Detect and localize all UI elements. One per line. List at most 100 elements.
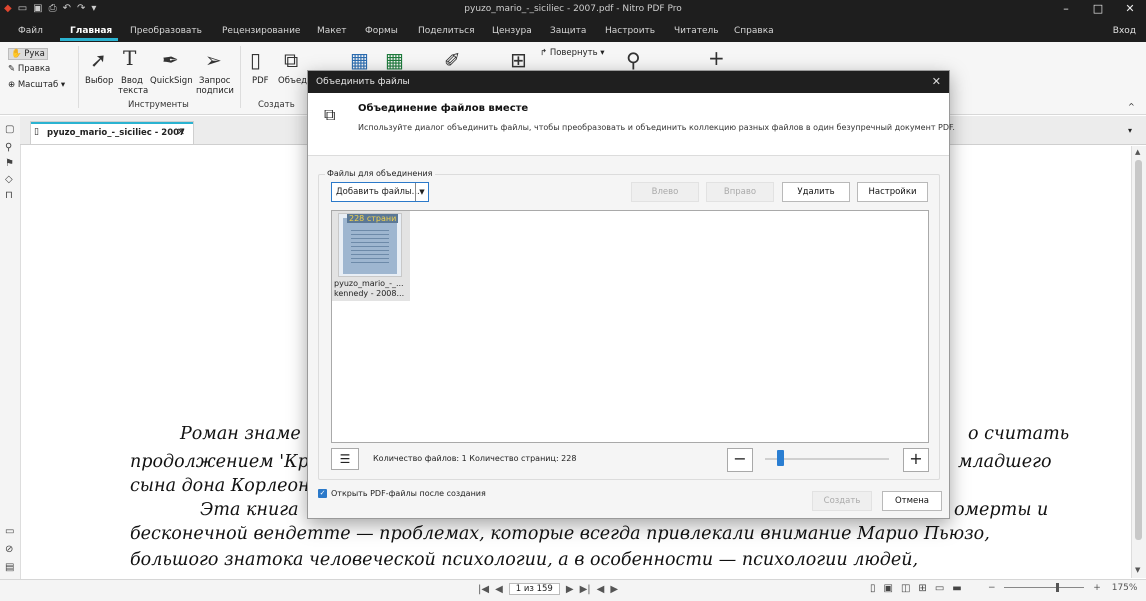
menu-forms[interactable]: Формы — [365, 26, 398, 36]
menu-layout[interactable]: Макет — [317, 26, 347, 36]
file-thumbnail[interactable]: 228 страни — [338, 213, 402, 277]
zoom-slider-knob[interactable] — [1056, 583, 1060, 592]
open-after-checkbox[interactable]: ✓ Открыть PDF-файлы после создания — [318, 489, 486, 498]
menu-redact[interactable]: Цензура — [492, 26, 532, 36]
move-left-button[interactable]: Влево — [631, 182, 699, 202]
quicksign-label[interactable]: QuickSign — [150, 76, 193, 86]
type-text-label-2[interactable]: текста — [118, 86, 148, 96]
file-item[interactable]: 228 страни pyuzo_mario_-_... kennedy - 2… — [332, 211, 410, 301]
delete-button[interactable]: Удалить — [782, 182, 850, 202]
menu-protect[interactable]: Защита — [550, 26, 586, 36]
excel-icon[interactable]: ▦ — [385, 48, 404, 72]
minimize-button[interactable]: – — [1050, 2, 1082, 15]
menu-review[interactable]: Рецензирование — [222, 26, 300, 36]
first-page-icon[interactable]: |◀ — [478, 584, 489, 595]
menu-convert[interactable]: Преобразовать — [130, 26, 202, 36]
menu-home[interactable]: Главная — [70, 26, 112, 36]
facing-continuous-icon[interactable]: ⊞ — [918, 583, 926, 594]
rotate-button[interactable]: ↱ Повернуть ▾ — [540, 48, 605, 58]
edit-tool[interactable]: ✎ Правка — [8, 64, 50, 74]
hand-tool[interactable]: ✋ Рука — [8, 48, 48, 60]
maximize-button[interactable]: □ — [1082, 2, 1114, 15]
create-pdf-icon[interactable]: ▯ — [250, 48, 261, 72]
document-tab[interactable]: ▯ pyuzo_mario_-_siciliec - 2007 ✕ — [30, 121, 194, 144]
search-panel-icon[interactable]: ⚲ — [5, 142, 12, 153]
menu-share[interactable]: Поделиться — [418, 26, 475, 36]
add-icon[interactable]: + — [708, 46, 725, 70]
signin-link[interactable]: Вход — [1113, 26, 1136, 36]
prev-page-icon[interactable]: ◀ — [495, 584, 503, 595]
text-icon[interactable]: T — [123, 46, 136, 70]
close-tab-icon[interactable]: ✕ — [177, 127, 185, 138]
pdf-label[interactable]: PDF — [252, 76, 269, 86]
select-cursor-icon[interactable]: ➚ — [90, 48, 107, 72]
fields-icon[interactable]: ▤ — [5, 562, 14, 573]
zoom-tool-label: Масштаб — [17, 80, 59, 90]
tag-icon[interactable]: ◇ — [5, 174, 13, 185]
combine-icon[interactable]: ⧉ — [284, 48, 298, 72]
add-files-label: Добавить файлы... — [336, 187, 420, 197]
chevron-down-icon[interactable]: ▼ — [415, 183, 428, 201]
checkmark-icon[interactable]: ✓ — [318, 489, 327, 498]
search-icon[interactable]: ⚲ — [626, 48, 641, 72]
insert-page-icon[interactable]: ⊞ — [510, 48, 527, 72]
menu-file[interactable]: Файл — [18, 26, 43, 36]
type-text-label-1[interactable]: Ввод — [121, 76, 143, 86]
zoom-out-icon[interactable]: − — [988, 583, 996, 593]
zoom-tool[interactable]: ⊕ Масштаб ▾ — [8, 80, 65, 90]
tab-menu-icon[interactable]: ▾ — [1128, 126, 1132, 135]
pen-icon[interactable]: ✒ — [162, 48, 179, 72]
create-button[interactable]: Создать — [812, 491, 872, 511]
status-bar: |◀ ◀ 1 из 159 ▶ ▶| ◀ ▶ ▯ ▣ ◫ ⊞ ▭ ▬ − + 1… — [0, 579, 1146, 601]
list-view-icon[interactable]: ☰ — [331, 448, 359, 470]
move-right-button[interactable]: Вправо — [706, 182, 774, 202]
page-number-field[interactable]: 1 из 159 — [508, 583, 560, 595]
next-page-icon[interactable]: ▶ — [566, 584, 574, 595]
word-icon[interactable]: ▦ — [350, 48, 369, 72]
add-files-button[interactable]: Добавить файлы... ▼ — [331, 182, 429, 202]
combine-label[interactable]: Объед — [278, 76, 307, 86]
scroll-thumb[interactable] — [1135, 160, 1142, 540]
bookmark-icon[interactable]: ⚑ — [5, 158, 14, 169]
zoom-slider[interactable] — [1004, 583, 1085, 592]
comments-icon[interactable]: ▭ — [5, 526, 14, 537]
vertical-scrollbar[interactable]: ▲ ▼ — [1131, 146, 1146, 578]
single-page-icon[interactable]: ▯ — [870, 583, 876, 594]
menu-customize[interactable]: Настроить — [605, 26, 655, 36]
menu-help[interactable]: Справка — [734, 26, 774, 36]
thumbnail-zoom-in-button[interactable]: + — [903, 448, 929, 472]
last-page-icon[interactable]: ▶| — [580, 584, 591, 595]
settings-button[interactable]: Настройки — [857, 182, 928, 202]
thumbnail-zoom-out-button[interactable]: − — [727, 448, 753, 472]
select-tool-label[interactable]: Выбор — [85, 76, 113, 86]
collapse-ribbon-icon[interactable]: ^ — [1128, 102, 1135, 111]
dialog-close-icon[interactable]: ✕ — [932, 75, 941, 88]
attachment-icon[interactable]: ⊘ — [5, 544, 13, 555]
send-icon[interactable]: ➢ — [205, 48, 222, 72]
presentation-icon[interactable]: ▭ — [935, 583, 944, 594]
request-sign-label-2[interactable]: подписи — [196, 86, 234, 96]
ribbon-separator — [240, 46, 241, 108]
close-button[interactable]: ✕ — [1114, 2, 1146, 15]
tab-accent — [31, 122, 193, 124]
pages-icon[interactable]: ▢ — [5, 124, 14, 135]
thumbnail-size-knob[interactable] — [777, 450, 784, 466]
forward-icon[interactable]: ▶ — [610, 584, 618, 595]
scroll-up-icon[interactable]: ▲ — [1135, 148, 1140, 156]
lock-icon[interactable]: ⊓ — [5, 190, 13, 201]
doc-line: младшего — [958, 452, 1052, 472]
zoom-in-icon[interactable]: + — [1093, 583, 1101, 593]
doc-line: продолжением 'Кр — [130, 452, 309, 472]
back-icon[interactable]: ◀ — [597, 584, 605, 595]
thumbnail-text — [351, 230, 389, 266]
continuous-icon[interactable]: ▣ — [884, 583, 893, 594]
reading-icon[interactable]: ▬ — [952, 583, 961, 594]
facing-icon[interactable]: ◫ — [901, 583, 910, 594]
highlight-pen-icon[interactable]: ✐ — [444, 48, 461, 72]
open-after-label: Открыть PDF-файлы после создания — [331, 489, 486, 498]
scroll-down-icon[interactable]: ▼ — [1135, 566, 1140, 574]
files-list[interactable]: 228 страни pyuzo_mario_-_... kennedy - 2… — [331, 210, 929, 443]
request-sign-label-1[interactable]: Запрос — [199, 76, 231, 86]
cancel-button[interactable]: Отмена — [882, 491, 942, 511]
menu-reader[interactable]: Читатель — [674, 26, 719, 36]
